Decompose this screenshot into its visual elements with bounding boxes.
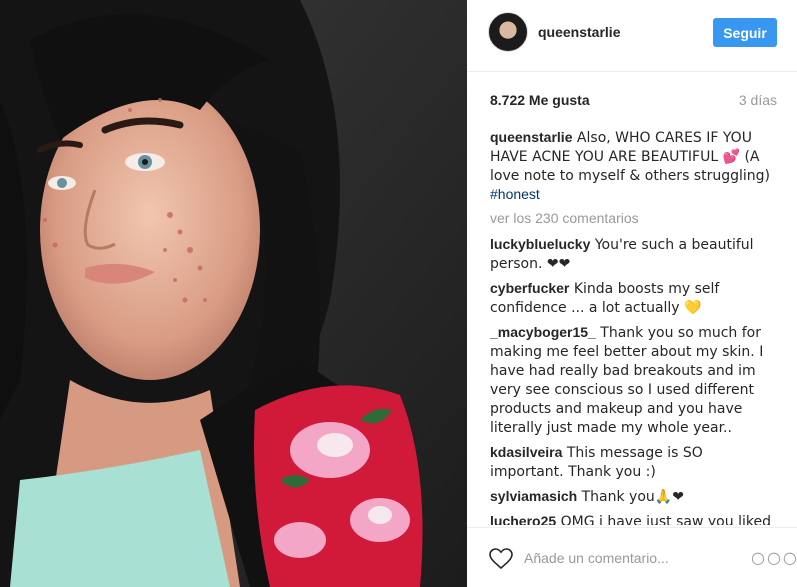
comment-text: Thank you so much for making me feel bet… (490, 325, 764, 436)
post-details-panel: queenstarlie Seguir 8.722 Me gusta 3 día… (467, 0, 797, 587)
comment-username[interactable]: luchero25 (490, 513, 556, 525)
view-all-comments-link[interactable]: ver los 230 comentarios (490, 209, 780, 227)
comment-item: _macyboger15_ Thank you so much for maki… (490, 323, 780, 437)
selfie-image (0, 0, 467, 587)
heart-icon[interactable] (489, 548, 513, 570)
caption: queenstarlie Also, WHO CARES IF YOU HAVE… (490, 128, 780, 203)
comment-item: sylviamasich Thank you🙏❤ (490, 487, 780, 506)
post-photo[interactable] (0, 0, 467, 587)
comment-username[interactable]: _macyboger15_ (490, 324, 596, 340)
comment-item: luchero25 OMG i have just saw you liked (490, 512, 780, 525)
likes-count[interactable]: 8.722 Me gusta (490, 92, 590, 108)
caption-username[interactable]: queenstarlie (490, 129, 572, 145)
comment-username[interactable]: kdasilveira (490, 444, 562, 460)
comment-item: luckybluelucky You're such a beautiful p… (490, 235, 780, 273)
post-footer: ○○○ (467, 527, 797, 587)
comment-item: cyberfucker Kinda boosts my self confide… (490, 279, 780, 317)
hashtag-link[interactable]: #honest (490, 186, 540, 202)
more-options-icon[interactable]: ○○○ (751, 548, 797, 567)
follow-button[interactable]: Seguir (713, 18, 777, 47)
post-age[interactable]: 3 días (739, 92, 777, 108)
comment-username[interactable]: luckybluelucky (490, 236, 590, 252)
comments-list: queenstarlie Also, WHO CARES IF YOU HAVE… (490, 128, 780, 525)
post-header: queenstarlie Seguir (467, 0, 797, 72)
comment-item: kdasilveira This message is SO important… (490, 443, 780, 481)
post-username[interactable]: queenstarlie (538, 24, 620, 40)
avatar[interactable] (488, 12, 528, 52)
comment-username[interactable]: cyberfucker (490, 280, 569, 296)
comment-text: OMG i have just saw you liked (556, 514, 771, 525)
comment-text: Thank you🙏❤ (577, 489, 684, 505)
comment-input[interactable] (524, 546, 744, 570)
comment-username[interactable]: sylviamasich (490, 488, 577, 504)
